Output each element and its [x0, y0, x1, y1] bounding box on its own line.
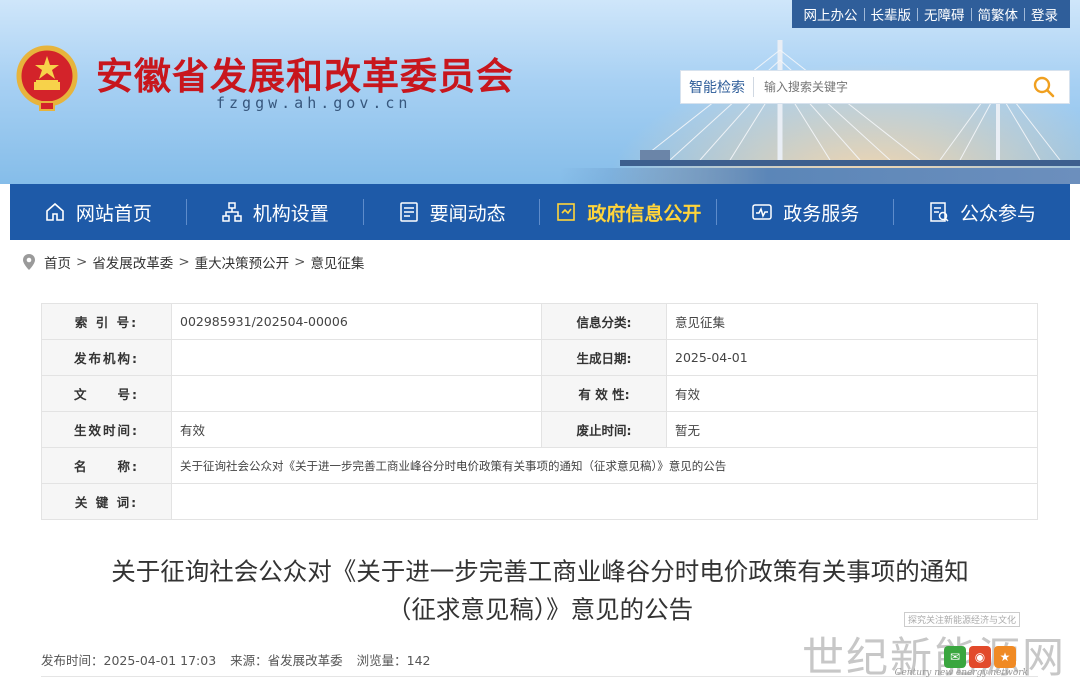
breadcrumb-commission[interactable]: 省发展改革委 [92, 252, 173, 272]
breadcrumb-separator: > [76, 254, 88, 270]
participation-icon [928, 201, 950, 223]
nav-item-organization[interactable]: 机构设置 [187, 184, 363, 240]
watermark-english: Century new energy network [894, 668, 1028, 678]
org-chart-icon [221, 201, 243, 223]
nav-item-label: 公众参与 [960, 202, 1037, 225]
share-badge-icon: ★ [994, 646, 1016, 668]
nav-item-label: 政府信息公开 [587, 202, 702, 225]
top-link-traditional-chinese[interactable]: 简繁体 [972, 4, 1025, 24]
index-no-label: 索 引 号: [41, 303, 172, 340]
search-input[interactable] [754, 72, 1024, 102]
publisher-label: 发布机构: [41, 339, 172, 376]
table-row: 生效时间: 有效 废止时间: 暂无 [41, 411, 1038, 448]
nav-item-label: 政务服务 [783, 202, 860, 225]
breadcrumb-opinion-collection[interactable]: 意见征集 [310, 252, 364, 272]
doc-no-label: 文 号: [41, 375, 172, 412]
view-count: 浏览量：142 [356, 653, 431, 668]
header-banner: 安徽省发展和改革委员会 fzggw.ah.gov.cn 网上办公 长辈版 无障碍… [0, 0, 1080, 184]
category-label: 信息分类: [541, 303, 667, 340]
site-title: 安徽省发展和改革委员会 [96, 54, 514, 98]
search-icon [1033, 76, 1055, 98]
breadcrumb-separator: > [294, 254, 306, 270]
effective-time-value: 有效 [171, 411, 542, 448]
table-row: 名 称: 关于征询社会公众对《关于进一步完善工商业峰谷分时电价政策有关事项的通知… [41, 447, 1038, 484]
article-meta: 发布时间：2025-04-01 17:03 来源：省发展改革委 浏览量：142 [41, 650, 431, 669]
nav-item-label: 要闻动态 [429, 202, 506, 225]
expiry-time-value: 暂无 [666, 411, 1038, 448]
top-link-accessibility[interactable]: 无障碍 [918, 4, 971, 24]
search-label: 智能检索 [689, 80, 745, 96]
home-icon [44, 201, 66, 223]
index-no-value: 002985931/202504-00006 [171, 303, 542, 340]
name-value: 关于征询社会公众对《关于进一步完善工商业峰谷分时电价政策有关事项的通知（征求意见… [171, 447, 1038, 484]
search-button[interactable] [1024, 71, 1064, 103]
main-nav: 网站首页 机构设置 要闻动态 政府信息公开 政务服务 公众参与 [10, 184, 1070, 240]
breadcrumb: 首页 > 省发展改革委 > 重大决策预公开 > 意见征集 [22, 252, 364, 272]
table-row: 关 键 词: [41, 483, 1038, 520]
publisher-value [171, 339, 542, 376]
article-source: 来源：省发展改革委 [230, 653, 343, 668]
expiry-time-label: 废止时间: [541, 411, 667, 448]
keywords-label: 关 键 词: [41, 483, 172, 520]
top-link-elder-mode[interactable]: 长辈版 [865, 4, 918, 24]
keywords-value [171, 483, 1038, 520]
bridge-illustration [620, 40, 1080, 166]
table-row: 发布机构: 生成日期: 2025-04-01 [41, 339, 1038, 376]
news-icon [398, 201, 420, 223]
nav-item-services[interactable]: 政务服务 [717, 184, 893, 240]
breadcrumb-home[interactable]: 首页 [44, 252, 71, 272]
created-date-label: 生成日期: [541, 339, 667, 376]
effective-time-label: 生效时间: [41, 411, 172, 448]
weibo-badge-icon: ◉ [969, 646, 991, 668]
national-emblem-icon [16, 45, 78, 111]
nav-item-label: 网站首页 [75, 202, 152, 225]
top-link-login[interactable]: 登录 [1025, 4, 1064, 24]
top-links-bar: 网上办公 长辈版 无障碍 简繁体 登录 [791, 0, 1070, 28]
table-row: 索 引 号: 002985931/202504-00006 信息分类: 意见征集 [41, 303, 1038, 340]
service-icon [751, 201, 773, 223]
nav-item-label: 机构设置 [252, 202, 329, 225]
top-link-online-office[interactable]: 网上办公 [798, 4, 864, 24]
wechat-badge-icon: ✉ [944, 646, 966, 668]
category-value: 意见征集 [666, 303, 1038, 340]
article-title-line: 关于征询社会公众对《关于进一步完善工商业峰谷分时电价政策有关事项的通知 [111, 557, 969, 586]
search-box: 智能检索 [680, 70, 1070, 104]
nav-item-info-disclosure[interactable]: 政府信息公开 [540, 184, 716, 240]
validity-value: 有效 [666, 375, 1038, 412]
created-date-value: 2025-04-01 [666, 339, 1038, 376]
breadcrumb-decision-preview[interactable]: 重大决策预公开 [195, 252, 290, 272]
name-label: 名 称: [41, 447, 172, 484]
publish-time: 发布时间：2025-04-01 17:03 [41, 653, 217, 668]
watermark: 探究关注新能源经济与文化 世纪新能源网 ✉ ◉ ★ Century new en… [802, 612, 1072, 682]
watermark-badges: ✉ ◉ ★ [944, 646, 1016, 668]
doc-no-value [171, 375, 542, 412]
info-disclosure-icon [555, 201, 577, 223]
location-pin-icon [23, 254, 35, 270]
nav-item-participation[interactable]: 公众参与 [894, 184, 1070, 240]
document-info-table: 索 引 号: 002985931/202504-00006 信息分类: 意见征集… [41, 303, 1038, 520]
validity-label: 有 效 性: [541, 375, 667, 412]
nav-item-home[interactable]: 网站首页 [10, 184, 186, 240]
table-row: 文 号: 有 效 性: 有效 [41, 375, 1038, 412]
breadcrumb-separator: > [178, 254, 190, 270]
site-domain: fzggw.ah.gov.cn [216, 94, 412, 112]
water-strip [560, 168, 1080, 184]
nav-item-news[interactable]: 要闻动态 [364, 184, 540, 240]
